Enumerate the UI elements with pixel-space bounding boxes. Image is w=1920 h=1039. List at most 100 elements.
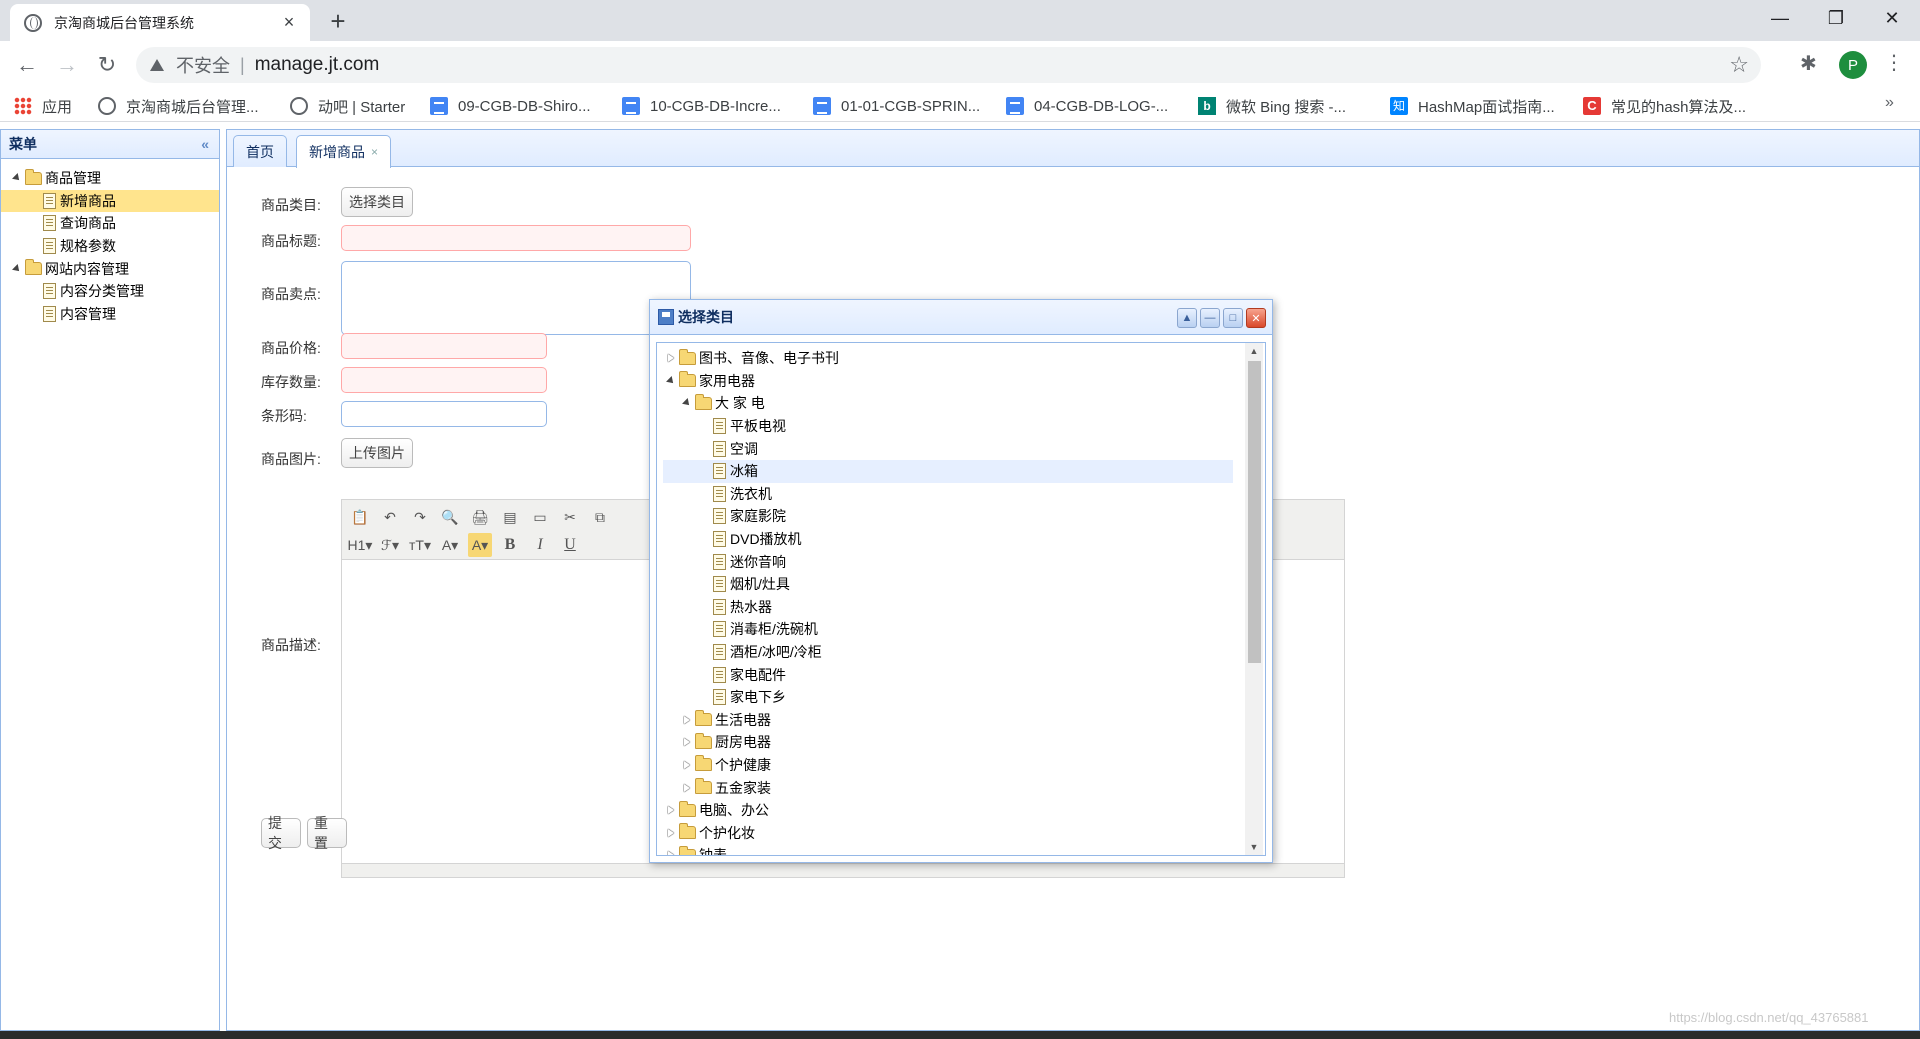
back-arrow-icon[interactable]: ← (11, 49, 43, 81)
undo-icon[interactable]: ↶ (378, 505, 402, 529)
tree-folder-node[interactable]: 商品管理 (1, 167, 219, 190)
tree-leaf-node[interactable]: 规格参数 (1, 235, 219, 258)
collapse-panel-icon[interactable]: « (201, 136, 209, 152)
tree-leaf-node[interactable]: 家电配件 (663, 663, 1233, 686)
tree-folder-node[interactable]: 厨房电器 (663, 731, 1233, 754)
font-color-icon[interactable]: A▾ (438, 533, 462, 557)
preview-icon[interactable]: 🔍 (438, 505, 462, 529)
new-tab-button[interactable]: + (323, 6, 353, 36)
bookmark-item[interactable]: 动吧 | Starter (290, 95, 405, 117)
heading-icon[interactable]: H1▾ (348, 533, 373, 557)
bookmark-star-icon[interactable]: ☆ (1729, 52, 1749, 78)
tree-folder-node[interactable]: 生活电器 (663, 709, 1233, 732)
tree-folder-node[interactable]: 电脑、办公 (663, 799, 1233, 822)
tab-home[interactable]: 首页 (233, 135, 287, 167)
tree-leaf-node[interactable]: 热水器 (663, 596, 1233, 619)
reload-icon[interactable]: ↻ (91, 49, 123, 81)
barcode-input[interactable] (341, 401, 547, 427)
bookmark-item[interactable]: 京淘商城后台管理... (98, 95, 259, 117)
tab-close-button[interactable]: × (280, 12, 298, 33)
tree-collapsed-arrow-icon[interactable] (663, 350, 679, 366)
dialog-collapse-button[interactable]: ▲ (1177, 308, 1197, 328)
tab-close-icon[interactable]: × (371, 145, 378, 159)
bookmark-item[interactable]: 01-01-CGB-SPRIN... (813, 95, 980, 117)
tree-leaf-node[interactable]: 冰箱 (663, 459, 1233, 483)
tree-collapsed-arrow-icon[interactable] (663, 847, 679, 855)
url-text[interactable]: manage.jt.com (255, 54, 380, 76)
price-input[interactable] (341, 333, 547, 359)
dialog-close-button[interactable]: ✕ (1246, 308, 1266, 328)
tree-expanded-arrow-icon[interactable] (663, 373, 679, 389)
scroll-down-icon[interactable]: ▼ (1245, 839, 1263, 855)
underline-icon[interactable]: U (558, 533, 582, 557)
tab-add-item[interactable]: 新增商品 × (296, 135, 392, 168)
tree-leaf-node[interactable]: 迷你音响 (663, 550, 1233, 573)
bookmark-item[interactable]: 04-CGB-DB-LOG-... (1006, 95, 1168, 117)
highlight-icon[interactable]: A▾ (468, 533, 492, 557)
window-close-button[interactable]: ✕ (1864, 0, 1920, 36)
font-size-icon[interactable]: тT▾ (408, 533, 432, 557)
tree-leaf-node[interactable]: 新增商品 (1, 189, 219, 213)
tree-leaf-node[interactable]: 消毒柜/洗碗机 (663, 618, 1233, 641)
stock-input[interactable] (341, 367, 547, 393)
submit-button[interactable]: 提交 (261, 815, 301, 851)
window-restore-button[interactable]: ❐ (1808, 0, 1864, 36)
tree-folder-node[interactable]: 个护化妆 (663, 821, 1233, 844)
tree-collapsed-arrow-icon[interactable] (663, 825, 679, 841)
address-bar[interactable]: 不安全 | manage.jt.com ☆ (136, 47, 1761, 83)
font-family-icon[interactable]: ℱ▾ (378, 533, 402, 557)
tree-leaf-node[interactable]: 平板电视 (663, 415, 1233, 438)
dialog-minimize-button[interactable]: — (1200, 308, 1220, 328)
select-category-button[interactable]: 选择类目 (341, 187, 413, 217)
window-minimize-button[interactable]: — (1752, 0, 1808, 36)
tree-collapsed-arrow-icon[interactable] (679, 780, 695, 796)
bold-icon[interactable]: B (498, 533, 522, 557)
tree-leaf-node[interactable]: 烟机/灶具 (663, 573, 1233, 596)
tree-scrollbar[interactable]: ▲ ▼ (1245, 343, 1263, 855)
tree-collapsed-arrow-icon[interactable] (679, 734, 695, 750)
tree-collapsed-arrow-icon[interactable] (679, 712, 695, 728)
scrollbar-thumb[interactable] (1248, 361, 1261, 663)
code-icon[interactable]: ▭ (528, 505, 552, 529)
tree-folder-node[interactable]: 五金家装 (663, 776, 1233, 799)
cut-icon[interactable]: ✂ (558, 505, 582, 529)
tree-folder-node[interactable]: 个护健康 (663, 754, 1233, 777)
tree-collapsed-arrow-icon[interactable] (679, 757, 695, 773)
reset-button[interactable]: 重置 (307, 815, 347, 851)
bookmark-item[interactable]: b 微软 Bing 搜索 -... (1198, 95, 1346, 117)
upload-image-button[interactable]: 上传图片 (341, 438, 413, 468)
forward-arrow-icon[interactable]: → (51, 49, 83, 81)
menu-kebab-icon[interactable]: ⋮ (1884, 50, 1904, 75)
bookmark-item[interactable]: 10-CGB-DB-Incre... (622, 95, 781, 117)
extensions-puzzle-icon[interactable]: ✱ (1800, 51, 1817, 76)
tree-expanded-arrow-icon[interactable] (9, 170, 25, 186)
redo-icon[interactable]: ↷ (408, 505, 432, 529)
tree-leaf-node[interactable]: 酒柜/冰吧/冷柜 (663, 641, 1233, 664)
bookmark-item[interactable]: C 常见的hash算法及... (1583, 95, 1746, 117)
bookmarks-overflow-icon[interactable]: » (1885, 94, 1894, 112)
template-icon[interactable]: ▤ (498, 505, 522, 529)
tree-folder-node[interactable]: 家用电器 (663, 370, 1233, 393)
tree-folder-node[interactable]: 钟表 (663, 844, 1233, 855)
print-icon[interactable]: 🖨 (468, 505, 492, 529)
paste-icon[interactable]: 📋 (348, 505, 372, 529)
tree-leaf-node[interactable]: 家电下乡 (663, 686, 1233, 709)
sellpoint-textarea[interactable] (341, 261, 691, 335)
tree-leaf-node[interactable]: 洗衣机 (663, 483, 1233, 506)
tree-collapsed-arrow-icon[interactable] (663, 802, 679, 818)
tree-leaf-node[interactable]: 查询商品 (1, 212, 219, 235)
tree-leaf-node[interactable]: 内容管理 (1, 303, 219, 326)
tree-expanded-arrow-icon[interactable] (9, 261, 25, 277)
tree-folder-node[interactable]: 网站内容管理 (1, 257, 219, 280)
tree-folder-node[interactable]: 图书、音像、电子书刊 (663, 347, 1233, 370)
editor-resize-bar[interactable] (342, 863, 1344, 877)
tree-leaf-node[interactable]: 内容分类管理 (1, 280, 219, 303)
title-input[interactable] (341, 225, 691, 251)
tree-folder-node[interactable]: 大 家 电 (663, 392, 1233, 415)
bookmark-item[interactable]: 09-CGB-DB-Shiro... (430, 95, 591, 117)
italic-icon[interactable]: I (528, 533, 552, 557)
tree-leaf-node[interactable]: 家庭影院 (663, 505, 1233, 528)
bookmark-item[interactable]: 知 HashMap面试指南... (1390, 95, 1555, 117)
browser-tab[interactable]: 京淘商城后台管理系统 × (10, 4, 310, 41)
copy-icon[interactable]: ⧉ (588, 505, 612, 529)
